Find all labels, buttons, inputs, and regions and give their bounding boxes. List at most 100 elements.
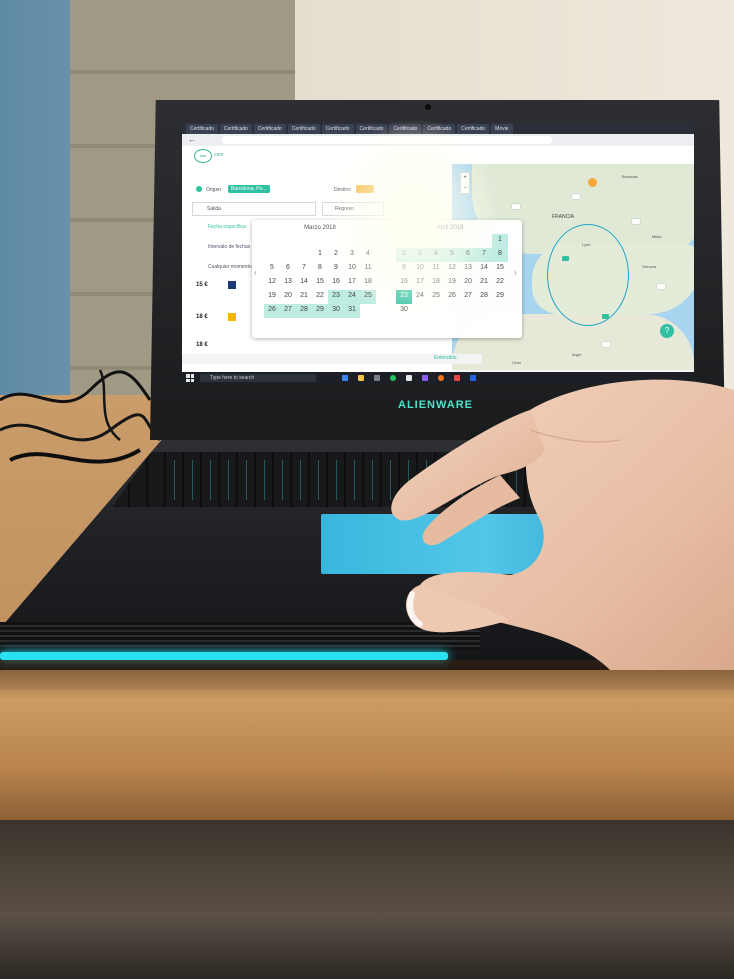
calendar-day[interactable]: 2 [328,248,344,262]
option-range[interactable]: Intervalo de fechas [208,244,250,250]
calendar-day[interactable]: 16 [328,276,344,290]
calendar-day[interactable]: 1 [312,248,328,262]
calendar-day[interactable]: 9 [396,262,412,276]
price-pin[interactable] [632,219,640,224]
calendar-day[interactable]: 26 [444,290,460,304]
calendar-day[interactable]: 25 [360,290,376,304]
browser-tab[interactable]: Certificado [253,124,286,134]
calendar-day[interactable]: 25 [428,290,444,304]
calendar-day[interactable]: 13 [280,276,296,290]
browser-tab[interactable]: Certificado [389,124,422,134]
folder-icon[interactable] [358,375,364,381]
price-pin[interactable] [562,256,569,261]
calendar-day[interactable]: 22 [492,276,508,290]
calendar-day[interactable]: 6 [460,248,476,262]
calendar-day[interactable]: 23 [396,290,412,304]
help-button[interactable]: ? [660,324,674,338]
option-any[interactable]: Cualquier momento [208,264,252,270]
calendar-day[interactable]: 3 [412,248,428,262]
cookie-accept-button[interactable]: Entendido [434,355,457,361]
calendar-day[interactable]: 17 [412,276,428,290]
price-pin[interactable] [602,314,609,319]
browser-tab[interactable]: Certificado [457,124,490,134]
calendar-day[interactable]: 18 [360,276,376,290]
calendar-day[interactable]: 4 [428,248,444,262]
calendar-day[interactable]: 24 [344,290,360,304]
calendar-day[interactable]: 12 [444,262,460,276]
calendar-day[interactable]: 27 [460,290,476,304]
calendar-day[interactable]: 2 [396,248,412,262]
calendar-day[interactable]: 31 [344,304,360,318]
calendar-day[interactable]: 15 [312,276,328,290]
browser-tab[interactable]: Certificado [355,124,388,134]
calendar-day[interactable]: 22 [312,290,328,304]
calendar-day[interactable]: 13 [460,262,476,276]
calendar-day[interactable]: 16 [396,276,412,290]
taskbar-search-box[interactable]: Type here to search [200,374,316,382]
browser-tab[interactable]: Certificado [321,124,354,134]
calendar-day[interactable]: 10 [412,262,428,276]
browser-tab[interactable]: Certificado [219,124,252,134]
calendar-day[interactable]: 17 [344,276,360,290]
windows-start-icon[interactable] [186,374,194,382]
hand [391,379,734,670]
price-pin[interactable] [512,204,520,209]
calendar-day[interactable]: 29 [312,304,328,318]
destination-chip[interactable] [356,185,374,193]
next-month-arrow-icon[interactable]: › [514,268,517,277]
calendar-day[interactable]: 21 [296,290,312,304]
kiwi-logo[interactable]: kiwi [194,149,212,163]
calendar-day[interactable]: 28 [296,304,312,318]
calendar-day[interactable]: 19 [444,276,460,290]
browser-tab[interactable]: Certificado [423,124,456,134]
calendar-day[interactable]: 5 [444,248,460,262]
calendar-day[interactable]: 10 [344,262,360,276]
calendar-day[interactable]: 1 [492,234,508,248]
calendar-day[interactable]: 7 [476,248,492,262]
calendar-day[interactable]: 15 [492,262,508,276]
price-pin[interactable] [657,284,665,289]
browser-tab[interactable]: Certificado [287,124,320,134]
origin-chip[interactable]: Barcelona, Po... [228,185,270,193]
calendar-day[interactable]: 18 [428,276,444,290]
calendar-day[interactable]: 27 [280,304,296,318]
calendar-day[interactable]: 30 [396,304,412,318]
month-title: Abril 2018 [436,225,464,231]
calendar-day[interactable]: 6 [280,262,296,276]
calendar-day[interactable]: 14 [296,276,312,290]
price-pin[interactable] [602,342,610,347]
calendar-day[interactable]: 29 [492,290,508,304]
calendar-day[interactable]: 21 [476,276,492,290]
calendar-day[interactable]: 8 [492,248,508,262]
departure-field[interactable]: Salida [192,202,316,216]
back-arrow-icon[interactable]: ← [188,135,196,144]
calendar-day[interactable]: 4 [360,248,376,262]
calendar-day[interactable]: 24 [412,290,428,304]
browser-tab[interactable]: Movie [491,124,513,134]
calendar-day[interactable]: 30 [328,304,344,318]
calendar-day[interactable]: 11 [428,262,444,276]
calendar-day[interactable]: 8 [312,262,328,276]
calendar-day[interactable]: 9 [328,262,344,276]
calendar-day[interactable]: 7 [296,262,312,276]
calendar-day[interactable]: 14 [476,262,492,276]
calendar-day[interactable]: 28 [476,290,492,304]
calendar-day[interactable]: 20 [460,276,476,290]
calendar-day[interactable]: 12 [264,276,280,290]
prev-month-arrow-icon[interactable]: ‹ [254,268,257,277]
calendar-day[interactable]: 20 [280,290,296,304]
calendar-day[interactable]: 23 [328,290,344,304]
url-field[interactable] [222,136,552,144]
calendar-day[interactable]: 11 [360,262,376,276]
return-field[interactable]: Regreso [322,202,384,216]
calendar-day[interactable]: 19 [264,290,280,304]
site-header: kiwi com [182,146,694,165]
zoom-controls[interactable]: + − [460,172,470,194]
calendar-day[interactable]: 5 [264,262,280,276]
calendar-day[interactable]: 26 [264,304,280,318]
browser-tab[interactable]: Certificado [186,124,218,134]
price-pin[interactable] [572,194,580,199]
calendar-day[interactable]: 3 [344,248,360,262]
edge-icon[interactable] [342,375,348,381]
option-exact[interactable]: Fecha específica [208,224,246,230]
